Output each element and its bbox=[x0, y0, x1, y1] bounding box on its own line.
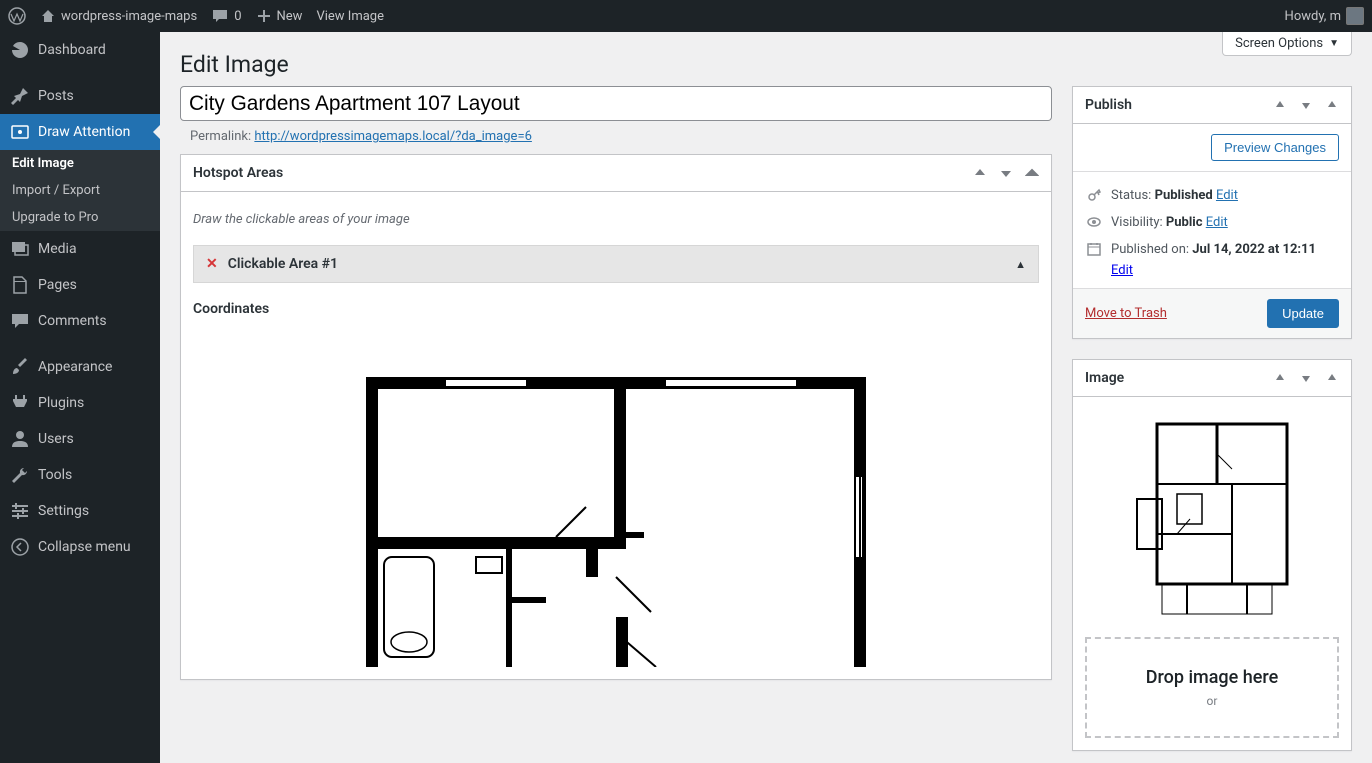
sidebar-item-users[interactable]: Users bbox=[0, 421, 160, 457]
collapse-area-icon[interactable]: ▲ bbox=[1015, 258, 1026, 271]
sliders-icon bbox=[10, 501, 30, 521]
sidebar-subitem-import-export[interactable]: Import / Export bbox=[0, 177, 160, 204]
main-content: Screen Options ▼ Edit Image Permalink: h… bbox=[160, 32, 1372, 763]
status-row: Status: Published Edit bbox=[1085, 182, 1339, 209]
publish-box: Publish Preview Changes Status: Publishe… bbox=[1072, 86, 1352, 339]
site-name: wordpress-image-maps bbox=[61, 9, 197, 24]
user-icon bbox=[10, 429, 30, 449]
site-home-link[interactable]: wordpress-image-maps bbox=[40, 8, 197, 24]
move-up-button[interactable] bbox=[1269, 94, 1291, 116]
permalink-label: Permalink: bbox=[190, 129, 251, 144]
hotspot-areas-box: Hotspot Areas Draw the clickable areas o… bbox=[180, 154, 1052, 680]
move-down-button[interactable] bbox=[995, 162, 1017, 184]
clickable-area-title: Clickable Area #1 bbox=[228, 256, 338, 272]
plus-icon bbox=[256, 8, 272, 24]
screen-options-toggle[interactable]: Screen Options ▼ bbox=[1222, 32, 1352, 56]
sidebar-item-dashboard[interactable]: Dashboard bbox=[0, 32, 160, 68]
wp-logo[interactable] bbox=[8, 7, 26, 25]
published-row: Published on: Jul 14, 2022 at 12:11 bbox=[1085, 236, 1339, 263]
new-label: New bbox=[277, 9, 303, 24]
pin-icon bbox=[10, 86, 30, 106]
sidebar-item-pages[interactable]: Pages bbox=[0, 267, 160, 303]
permalink-row: Permalink: http://wordpressimagemaps.loc… bbox=[180, 121, 1052, 144]
coordinates-label: Coordinates bbox=[193, 301, 1039, 317]
sidebar-item-media[interactable]: Media bbox=[0, 231, 160, 267]
move-down-button[interactable] bbox=[1295, 367, 1317, 389]
sidebar-item-settings[interactable]: Settings bbox=[0, 493, 160, 529]
sidebar-item-comments[interactable]: Comments bbox=[0, 303, 160, 339]
hotspot-box-title: Hotspot Areas bbox=[181, 155, 295, 191]
toggle-box-button[interactable] bbox=[1021, 162, 1043, 184]
calendar-icon bbox=[1085, 242, 1103, 256]
visibility-row: Visibility: Public Edit bbox=[1085, 209, 1339, 236]
draw-attention-icon bbox=[10, 122, 30, 142]
sidebar-submenu-draw-attention: Edit Image Import / Export Upgrade to Pr… bbox=[0, 150, 160, 231]
page-icon bbox=[10, 275, 30, 295]
move-up-button[interactable] bbox=[1269, 367, 1291, 389]
image-thumbnail[interactable] bbox=[1132, 419, 1292, 619]
home-icon bbox=[40, 8, 56, 24]
media-icon bbox=[10, 239, 30, 259]
clickable-area-header[interactable]: ✕ Clickable Area #1 ▲ bbox=[193, 245, 1039, 283]
remove-area-button[interactable]: ✕ bbox=[206, 256, 218, 272]
sidebar-item-draw-attention[interactable]: Draw Attention bbox=[0, 114, 160, 150]
image-box: Image bbox=[1072, 359, 1352, 751]
toggle-box-button[interactable] bbox=[1321, 367, 1343, 389]
edit-status-link[interactable]: Edit bbox=[1216, 188, 1238, 203]
move-to-trash-link[interactable]: Move to Trash bbox=[1085, 306, 1167, 321]
admin-bar: wordpress-image-maps 0 New View Image Ho… bbox=[0, 0, 1372, 32]
key-icon bbox=[1085, 188, 1103, 202]
hotspot-instruction: Draw the clickable areas of your image bbox=[193, 212, 1039, 227]
sidebar-item-posts[interactable]: Posts bbox=[0, 78, 160, 114]
avatar bbox=[1346, 7, 1364, 25]
image-box-title: Image bbox=[1073, 360, 1136, 396]
image-dropzone[interactable]: Drop image here or bbox=[1085, 637, 1339, 738]
update-button[interactable]: Update bbox=[1267, 299, 1339, 328]
comments-link[interactable]: 0 bbox=[211, 7, 241, 25]
sidebar-subitem-upgrade[interactable]: Upgrade to Pro bbox=[0, 204, 160, 231]
page-title: Edit Image bbox=[180, 42, 1352, 86]
eye-icon bbox=[1085, 215, 1103, 229]
move-up-button[interactable] bbox=[969, 162, 991, 184]
post-title-input[interactable] bbox=[180, 86, 1052, 121]
sidebar-subitem-edit-image[interactable]: Edit Image bbox=[0, 150, 160, 177]
sidebar-collapse[interactable]: Collapse menu bbox=[0, 529, 160, 565]
comment-icon bbox=[10, 311, 30, 331]
brush-icon bbox=[10, 357, 30, 377]
floorplan-canvas[interactable] bbox=[366, 377, 866, 667]
move-down-button[interactable] bbox=[1295, 94, 1317, 116]
edit-date-link[interactable]: Edit bbox=[1111, 263, 1133, 278]
sidebar-item-appearance[interactable]: Appearance bbox=[0, 349, 160, 385]
comment-icon bbox=[211, 7, 229, 25]
caret-down-icon: ▼ bbox=[1329, 38, 1339, 49]
sidebar-item-plugins[interactable]: Plugins bbox=[0, 385, 160, 421]
view-image-link[interactable]: View Image bbox=[316, 9, 384, 24]
plug-icon bbox=[10, 393, 30, 413]
collapse-icon bbox=[10, 537, 30, 557]
permalink-link[interactable]: http://wordpressimagemaps.local/?da_imag… bbox=[254, 129, 532, 144]
dropzone-or: or bbox=[1097, 694, 1327, 708]
wrench-icon bbox=[10, 465, 30, 485]
publish-box-title: Publish bbox=[1073, 87, 1144, 123]
sidebar-item-tools[interactable]: Tools bbox=[0, 457, 160, 493]
admin-sidebar: Dashboard Posts Draw Attention Edit Imag… bbox=[0, 32, 160, 763]
toggle-box-button[interactable] bbox=[1321, 94, 1343, 116]
comment-count: 0 bbox=[234, 9, 241, 24]
dashboard-icon bbox=[10, 40, 30, 60]
new-link[interactable]: New bbox=[256, 8, 303, 24]
edit-visibility-link[interactable]: Edit bbox=[1206, 215, 1228, 230]
dropzone-text: Drop image here bbox=[1097, 667, 1327, 688]
account-link[interactable]: Howdy, m bbox=[1285, 7, 1364, 25]
preview-changes-button[interactable]: Preview Changes bbox=[1211, 134, 1339, 161]
